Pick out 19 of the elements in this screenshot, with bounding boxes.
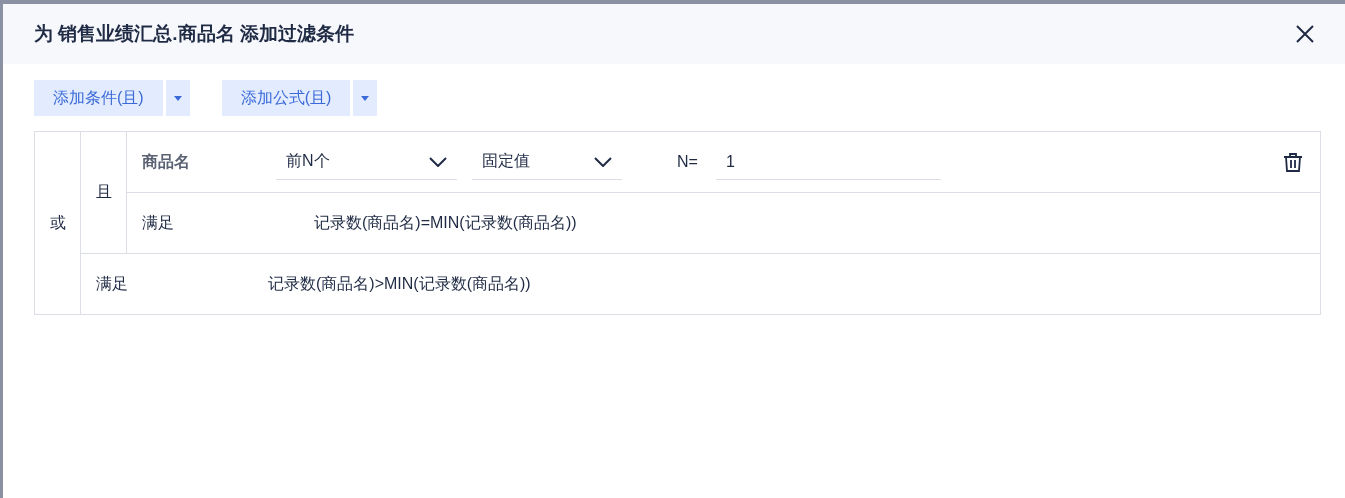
chevron-down-icon <box>429 156 447 167</box>
caret-icon[interactable] <box>165 80 190 116</box>
chevron-down-icon <box>594 156 612 167</box>
caret-icon[interactable] <box>353 80 378 116</box>
condition-label: 满足 <box>142 212 175 233</box>
condition-label: 满足 <box>96 273 129 294</box>
delete-icon[interactable] <box>1282 151 1304 173</box>
field-name: 商品名 <box>142 151 191 172</box>
add-button[interactable]: 添加条件(且) <box>34 80 163 116</box>
dialog-title: 为 销售业绩汇总.商品名 添加过滤条件 <box>34 22 354 46</box>
dropdown[interactable]: 固定值 <box>472 144 622 180</box>
dropdown[interactable]: 前N个 <box>276 144 457 180</box>
close-icon[interactable] <box>1295 24 1315 44</box>
formula-text: 记录数(商品名)>MIN(记录数(商品名)) <box>268 273 531 294</box>
n-label: N= <box>677 153 698 171</box>
operator-label: 且 <box>81 132 127 253</box>
operator-label: 或 <box>35 132 81 314</box>
add-button[interactable]: 添加公式(且) <box>221 80 351 116</box>
formula-text: 记录数(商品名)=MIN(记录数(商品名)) <box>314 212 577 233</box>
